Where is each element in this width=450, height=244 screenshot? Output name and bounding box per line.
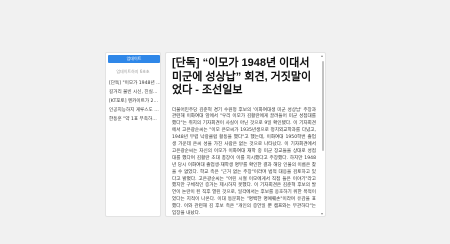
- sidebar-panel: 업데이트 업데이트하지 6초초 [단독] "이모가 1948년 이대서 길거리 …: [105, 52, 161, 217]
- article-title: [단독] “이모가 1948년 이대서 미군에 성상납” 회견, 거짓말이었다 …: [172, 57, 312, 96]
- update-count-text: 업데이트하지 6초초: [116, 69, 150, 74]
- vertical-scrollbar[interactable]: [321, 55, 324, 215]
- scroll-down-arrow-icon[interactable]: [321, 213, 323, 215]
- article-content: [단독] “이모가 1948년 이대서 미군에 성상납” 회견, 거짓말이었다 …: [172, 57, 316, 217]
- list-item[interactable]: 길거리 불빈 시신, 진실규명: [109, 88, 160, 97]
- list-item[interactable]: 한동훈 "약 1표 부족하면 원래: [109, 115, 160, 124]
- article-list: [단독] "이모가 1948년 이대서 길거리 불빈 시신, 진실규명 [KT포…: [106, 79, 160, 124]
- article-body: 더불어민주당 김준혁 경기 수원정 후보의 '이화여대생 미군 성상납' 주장과…: [172, 107, 316, 217]
- article-panel: [단독] “이모가 1948년 이대서 미군에 성상납” 회견, 거짓말이었다 …: [165, 52, 326, 217]
- list-item[interactable]: 인공지능하지 게루스도 못해: [109, 106, 160, 115]
- update-button[interactable]: 업데이트: [108, 55, 160, 63]
- scroll-up-arrow-icon[interactable]: [321, 55, 323, 57]
- list-item[interactable]: [KT포토] 멘카이트가 2부에: [109, 97, 160, 106]
- scrollbar-thumb[interactable]: [321, 61, 324, 151]
- list-item[interactable]: [단독] "이모가 1948년 이대서: [109, 79, 160, 88]
